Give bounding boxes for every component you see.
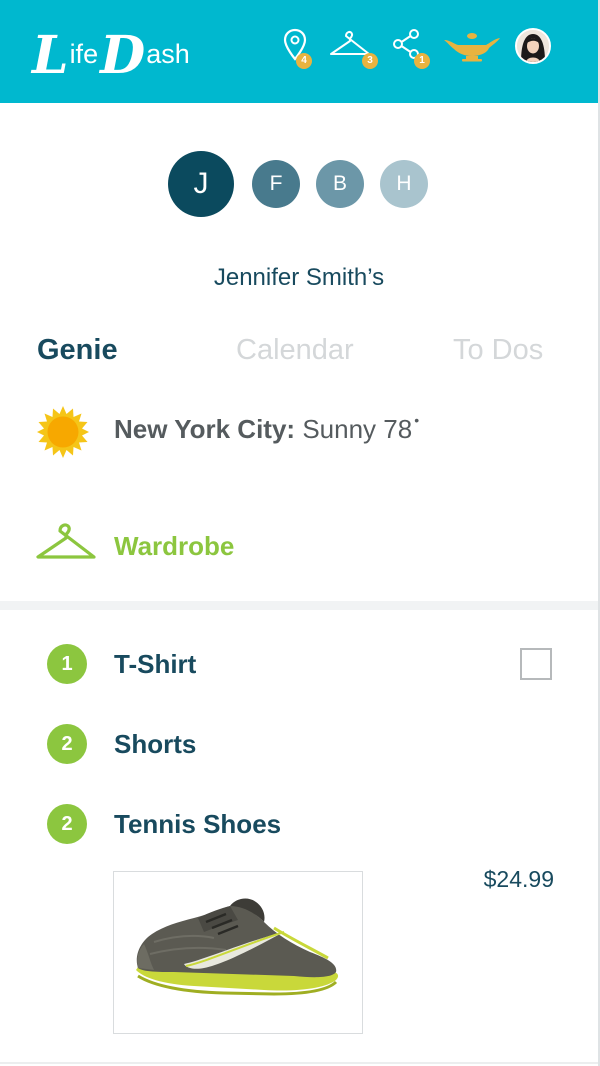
bottom-divider xyxy=(0,1062,598,1064)
item-count-badge: 1 xyxy=(47,644,87,684)
item-count-badge: 2 xyxy=(47,724,87,764)
wardrobe-nav-button[interactable]: 3 xyxy=(328,28,380,72)
section-divider xyxy=(0,601,598,610)
weather-summary: New York City: Sunny 78 • xyxy=(114,412,420,445)
wardrobe-section-title[interactable]: Wardrobe xyxy=(114,531,234,562)
genie-lamp-icon xyxy=(444,33,500,62)
tab-to-dos[interactable]: To Dos xyxy=(453,334,543,367)
location-badge: 4 xyxy=(296,53,312,69)
logo-initial-d: D xyxy=(100,25,146,86)
product-price: $24.99 xyxy=(483,866,554,892)
wardrobe-hanger-icon xyxy=(35,521,97,572)
item-count-badge: 2 xyxy=(47,804,87,844)
profile-owner-name: Jennifer Smith’s xyxy=(213,264,385,291)
degree-symbol: • xyxy=(414,412,420,428)
lifedash-logo[interactable]: L ife D ash xyxy=(32,14,192,84)
location-pin-button[interactable]: 4 xyxy=(282,28,314,72)
profile-h-button[interactable]: H xyxy=(380,160,428,208)
logo-text-ife: ife xyxy=(69,39,99,69)
share-button[interactable]: 1 xyxy=(392,28,432,72)
t-shirt-checkbox[interactable] xyxy=(520,648,552,680)
profile-f-button[interactable]: F xyxy=(252,160,300,208)
wardrobe-badge: 3 xyxy=(362,53,378,69)
list-item[interactable]: 2 Tennis Shoes xyxy=(0,794,598,854)
tab-genie[interactable]: Genie xyxy=(37,334,118,367)
avatar-photo xyxy=(517,30,549,62)
logo-text-ash: ash xyxy=(146,39,190,69)
genie-lamp-button[interactable] xyxy=(442,30,504,64)
weather-condition: Sunny 78 xyxy=(302,414,413,444)
user-avatar[interactable] xyxy=(515,28,551,64)
list-item[interactable]: 2 Shorts xyxy=(0,714,598,774)
item-label: Shorts xyxy=(114,729,197,759)
list-item[interactable]: 1 T-Shirt xyxy=(0,634,598,694)
share-badge: 1 xyxy=(414,53,430,69)
logo-initial-l: L xyxy=(32,25,69,86)
top-bar: L ife D ash 4 3 1 xyxy=(0,0,598,103)
weather-city: New York City: xyxy=(114,414,296,444)
profile-j-button[interactable]: J xyxy=(168,151,234,217)
tennis-shoe-image[interactable] xyxy=(113,871,363,1034)
sun-icon xyxy=(37,406,89,458)
item-label: Tennis Shoes xyxy=(114,809,282,839)
profile-b-button[interactable]: B xyxy=(316,160,364,208)
item-label: T-Shirt xyxy=(114,649,197,679)
tab-calendar[interactable]: Calendar xyxy=(236,334,354,367)
app-frame: L ife D ash 4 3 1 J F B H Jennifer Smith… xyxy=(0,0,600,1066)
